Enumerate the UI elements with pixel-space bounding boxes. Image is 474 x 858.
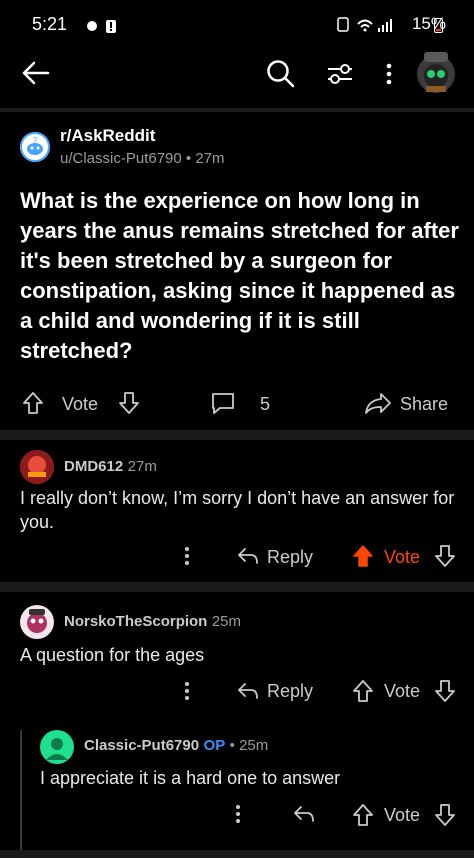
share-label[interactable]: Share [400,394,448,415]
divider [0,430,474,440]
avatar[interactable] [20,450,54,484]
comment-more-icon[interactable] [234,804,242,824]
upvote-icon[interactable] [352,544,374,568]
more-options-icon[interactable] [385,62,393,86]
comment-count: 5 [260,394,271,414]
post-title: What is the experience on how long in ye… [20,188,459,363]
post-meta: u/Classic-Put6790 • 27m [60,150,225,167]
vote-label: Vote [384,681,421,701]
reply-button[interactable]: Reply [267,547,313,568]
reply-icon[interactable] [292,804,316,824]
svg-text:?: ? [33,136,38,145]
separator-dot: • [229,737,240,754]
downvote-icon[interactable] [118,391,140,415]
subreddit-icon[interactable]: ? [20,132,50,162]
divider [0,108,474,112]
filter-icon[interactable] [326,62,354,86]
comment-age: 27m [127,458,157,475]
notification-icons [86,18,122,34]
subreddit-name[interactable]: r/AskReddit [60,126,155,146]
share-icon[interactable] [364,391,392,415]
vote-label: Vote [384,547,421,567]
divider [0,582,474,592]
vote-label: Vote [62,394,99,414]
op-badge: OP [203,737,226,754]
post-author[interactable]: u/Classic-Put6790 [60,150,182,167]
comment-body: I appreciate it is a hard one to answer [40,768,341,788]
separator-dot: • [185,150,196,167]
search-icon[interactable] [266,59,296,89]
post-age: 27m [195,150,225,167]
system-icons [336,16,396,34]
comment-username[interactable]: Classic-Put6790 [84,737,199,754]
upvote-icon[interactable] [352,803,374,827]
comment-header: DMD612 27m [64,458,157,476]
downvote-icon[interactable] [434,544,456,568]
comment-age: 25m [239,737,269,754]
downvote-icon[interactable] [434,679,456,703]
comment-icon[interactable] [210,391,236,415]
avatar[interactable] [40,730,74,764]
thread-line [20,730,22,850]
downvote-icon[interactable] [434,803,456,827]
reply-icon[interactable] [236,681,260,701]
comment-more-icon[interactable] [183,681,191,701]
divider [0,850,474,858]
comment-header: NorskoTheScorpion 25m [64,613,241,631]
reply-button[interactable]: Reply [267,681,313,702]
comment-header: Classic-Put6790 OP • 25m [84,737,268,755]
comment-age: 25m [211,613,241,630]
upvote-icon[interactable] [22,391,44,415]
avatar[interactable] [20,605,54,639]
back-arrow-icon[interactable] [20,60,50,86]
status-bar: 5:21 15% [0,0,474,50]
reply-icon[interactable] [236,546,260,566]
battery-icon [434,17,443,33]
upvote-icon[interactable] [352,679,374,703]
comment-username[interactable]: NorskoTheScorpion [64,613,207,630]
comment-body: I really don’t know, I’m sorry I don’t h… [20,488,455,532]
user-avatar[interactable] [414,50,458,94]
status-time: 5:21 [32,14,68,34]
top-app-bar [0,50,474,108]
comment-body: A question for the ages [20,645,205,665]
comment-username[interactable]: DMD612 [64,458,123,475]
vote-label: Vote [384,805,421,825]
comment-more-icon[interactable] [183,546,191,566]
